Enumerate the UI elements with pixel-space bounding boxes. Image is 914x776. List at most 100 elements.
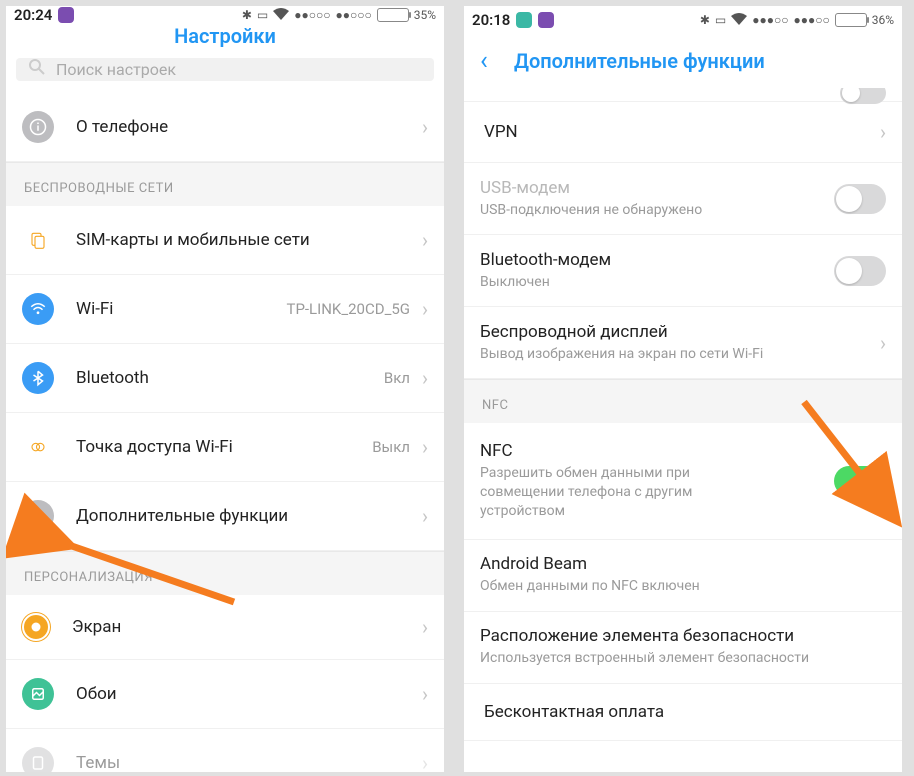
partial-toggle-row bbox=[464, 88, 902, 102]
row-label: Bluetooth-модем bbox=[480, 250, 834, 270]
wifi-icon bbox=[22, 293, 54, 325]
display-icon bbox=[22, 613, 50, 641]
row-themes[interactable]: Темы › bbox=[6, 729, 444, 772]
chevron-right-icon: › bbox=[422, 615, 428, 639]
toggle-switch[interactable] bbox=[834, 256, 886, 286]
row-label: Обои bbox=[76, 684, 422, 704]
status-time: 20:18 bbox=[472, 11, 510, 29]
header: ‹ Дополнительные функции bbox=[464, 34, 902, 88]
status-app-icon bbox=[58, 7, 74, 23]
row-subtitle: Обмен данными по NFC включен bbox=[480, 577, 886, 596]
wifi-status-icon bbox=[273, 8, 289, 23]
battery-icon bbox=[835, 13, 867, 27]
battery-icon bbox=[377, 8, 409, 22]
wallpaper-icon bbox=[22, 678, 54, 710]
status-time: 20:24 bbox=[14, 6, 52, 24]
signal-icon: ●●●○○ bbox=[752, 13, 788, 27]
row-subtitle: Используется встроенный элемент безопасн… bbox=[480, 649, 886, 668]
row-vpn[interactable]: VPN › bbox=[464, 102, 902, 163]
chevron-right-icon: › bbox=[422, 297, 428, 321]
row-value: Вкл bbox=[384, 369, 410, 387]
row-display[interactable]: Экран › bbox=[6, 595, 444, 660]
signal2-icon: ●●○○○ bbox=[335, 8, 371, 22]
chevron-right-icon: › bbox=[422, 751, 428, 772]
themes-icon bbox=[22, 747, 54, 772]
list-about: О телефоне › bbox=[6, 93, 444, 162]
row-label: SIM-карты и мобильные сети bbox=[76, 230, 422, 250]
page-title: Дополнительные функции bbox=[514, 49, 765, 73]
more-icon bbox=[22, 500, 54, 532]
row-security-element[interactable]: Расположение элемента безопасности Испол… bbox=[464, 612, 902, 684]
row-label: USB-модем bbox=[480, 178, 834, 198]
bluetooth-status-icon: ✱ bbox=[700, 13, 710, 27]
info-icon bbox=[22, 111, 54, 143]
header: Настройки bbox=[6, 24, 444, 48]
row-label: Android Beam bbox=[480, 554, 886, 574]
row-android-beam[interactable]: Android Beam Обмен данными по NFC включе… bbox=[464, 540, 902, 612]
section-personalization: ПЕРСОНАЛИЗАЦИЯ bbox=[6, 551, 444, 595]
row-tap-pay[interactable]: Бесконтактная оплата bbox=[464, 684, 902, 741]
row-subtitle: Вывод изображения на экран по сети Wi-Fi bbox=[480, 345, 880, 364]
row-label: VPN bbox=[484, 122, 880, 142]
row-label: Wi-Fi bbox=[76, 299, 287, 319]
row-subtitle: Выключен bbox=[480, 273, 834, 292]
chevron-right-icon: › bbox=[422, 435, 428, 459]
battery-percent: 35% bbox=[414, 8, 436, 22]
row-label: Темы bbox=[76, 753, 422, 772]
search-input[interactable]: Поиск настроек bbox=[16, 58, 434, 81]
bluetooth-status-icon: ✱ bbox=[242, 8, 252, 22]
row-sim[interactable]: SIM-карты и мобильные сети › bbox=[6, 206, 444, 275]
row-subtitle: USB-подключения не обнаружено bbox=[480, 201, 834, 220]
vibrate-icon: ▭ bbox=[257, 8, 268, 22]
toggle-switch bbox=[834, 184, 886, 214]
row-label: Bluetooth bbox=[76, 368, 384, 388]
phone-more-functions: 20:18 ✱ ▭ ●●●○○ ●●●○○ 36% ‹ Дополнительн… bbox=[464, 6, 902, 772]
row-hotspot[interactable]: Точка доступа Wi-Fi Выкл › bbox=[6, 413, 444, 482]
search-placeholder: Поиск настроек bbox=[56, 60, 176, 79]
chevron-right-icon: › bbox=[880, 120, 886, 144]
chevron-right-icon: › bbox=[422, 228, 428, 252]
row-label: Дополнительные функции bbox=[76, 506, 422, 526]
row-nfc[interactable]: NFC Разрешить обмен данными при совмещен… bbox=[464, 423, 902, 540]
back-icon[interactable]: ‹ bbox=[480, 48, 488, 74]
row-label: Бесконтактная оплата bbox=[484, 702, 886, 722]
row-subtitle: Разрешить обмен данными при совмещении т… bbox=[480, 464, 760, 521]
wifi-status-icon bbox=[731, 13, 747, 28]
toggle-switch-nfc[interactable] bbox=[834, 466, 886, 496]
row-value: Выкл bbox=[372, 438, 410, 456]
chevron-right-icon: › bbox=[422, 682, 428, 706]
signal-icon: ●●○○○ bbox=[294, 8, 330, 22]
chevron-right-icon: › bbox=[422, 366, 428, 390]
row-usb-modem: USB-модем USB-подключения не обнаружено bbox=[464, 163, 902, 235]
hotspot-icon bbox=[22, 431, 54, 463]
status-app-icon bbox=[516, 12, 532, 28]
search-icon bbox=[28, 58, 46, 81]
status-bar: 20:24 ✱ ▭ ●●○○○ ●●○○○ 35% bbox=[6, 6, 444, 24]
chevron-right-icon: › bbox=[422, 504, 428, 528]
row-wallpaper[interactable]: Обои › bbox=[6, 660, 444, 729]
row-label: Точка доступа Wi-Fi bbox=[76, 437, 372, 457]
chevron-right-icon: › bbox=[422, 115, 428, 139]
status-app-icon bbox=[538, 12, 554, 28]
row-label: Экран bbox=[72, 617, 422, 637]
page-title: Настройки bbox=[174, 24, 276, 48]
row-label: О телефоне bbox=[76, 117, 422, 137]
row-label: Расположение элемента безопасности bbox=[480, 626, 886, 646]
section-wireless: БЕСПРОВОДНЫЕ СЕТИ bbox=[6, 162, 444, 206]
status-bar: 20:18 ✱ ▭ ●●●○○ ●●●○○ 36% bbox=[464, 6, 902, 34]
row-about-phone[interactable]: О телефоне › bbox=[6, 93, 444, 162]
phone-settings: 20:24 ✱ ▭ ●●○○○ ●●○○○ 35% Настройки Поис… bbox=[6, 6, 444, 772]
section-nfc: NFC bbox=[464, 379, 902, 423]
row-more-functions[interactable]: Дополнительные функции › bbox=[6, 482, 444, 551]
row-wifi[interactable]: Wi-Fi TP-LINK_20CD_5G › bbox=[6, 275, 444, 344]
row-label: Беспроводной дисплей bbox=[480, 322, 880, 342]
row-label: NFC bbox=[480, 441, 834, 461]
sim-icon bbox=[22, 224, 54, 256]
battery-percent: 36% bbox=[872, 13, 894, 27]
vibrate-icon: ▭ bbox=[715, 13, 726, 27]
row-bluetooth[interactable]: Bluetooth Вкл › bbox=[6, 344, 444, 413]
row-wireless-display[interactable]: Беспроводной дисплей Вывод изображения н… bbox=[464, 307, 902, 379]
chevron-right-icon: › bbox=[880, 331, 886, 355]
row-bt-modem[interactable]: Bluetooth-модем Выключен bbox=[464, 235, 902, 307]
bluetooth-icon bbox=[22, 362, 54, 394]
